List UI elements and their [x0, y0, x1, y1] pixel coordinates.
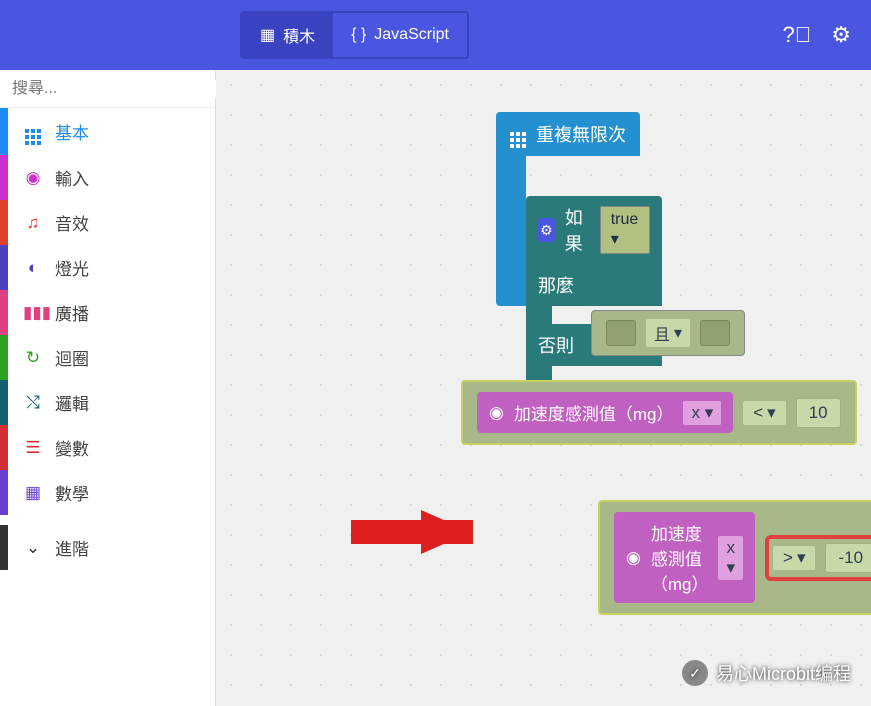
header: ▦ 積木 { } JavaScript ?⃝ ⚙	[0, 0, 871, 70]
sidebar-item-label: 廣播	[55, 300, 89, 325]
sidebar-item-label: 迴圈	[55, 345, 89, 370]
condition-slot[interactable]: true ▾	[600, 206, 650, 254]
braces-icon: { }	[351, 26, 366, 44]
sidebar-item-radio[interactable]: ▮▮▮ 廣播	[0, 290, 215, 335]
shuffle-icon: ⤭	[23, 393, 43, 413]
main: 🔍 基本 ◉ 輸入 ♫ 音效 ◐ 燈光 ▮▮▮ 廣播 ↻ 迴圈 ⤭ 邏輯	[0, 70, 871, 706]
slot-right[interactable]	[700, 320, 730, 346]
calculator-icon: ▦	[23, 483, 43, 503]
sidebar-item-advanced[interactable]: ⌄ 進階	[0, 525, 215, 570]
and-block[interactable]: 且 ▾	[591, 310, 745, 356]
arrow-annotation	[421, 510, 471, 554]
sidebar-item-label: 進階	[55, 535, 89, 560]
highlighted-region: > ▾ -10	[765, 535, 871, 581]
sidebar: 🔍 基本 ◉ 輸入 ♫ 音效 ◐ 燈光 ▮▮▮ 廣播 ↻ 迴圈 ⤭ 邏輯	[0, 70, 216, 706]
target-icon: ◉	[489, 403, 504, 423]
tab-javascript[interactable]: { } JavaScript	[333, 13, 467, 57]
sidebar-item-basic[interactable]: 基本	[0, 108, 215, 155]
if-label: 如果	[565, 204, 590, 256]
sidebar-item-light[interactable]: ◐ 燈光	[0, 245, 215, 290]
mode-tabs: ▦ 積木 { } JavaScript	[240, 11, 469, 59]
grid-icon	[510, 120, 526, 148]
toggle-icon: ◐	[23, 258, 43, 278]
acceleration-block[interactable]: ◉ 加速度感測值（mg） x ▾	[614, 512, 755, 603]
gear-icon[interactable]: ⚙	[538, 218, 555, 242]
compare-block-lt[interactable]: ◉ 加速度感測值（mg） x ▾ < ▾ 10	[461, 380, 857, 445]
target-icon: ◉	[626, 548, 641, 568]
sidebar-item-label: 變數	[55, 435, 89, 460]
target-icon: ◉	[23, 168, 43, 188]
wechat-icon: ✓	[682, 660, 708, 686]
sidebar-item-label: 燈光	[55, 255, 89, 280]
sidebar-item-label: 基本	[55, 119, 89, 144]
and-dropdown[interactable]: 且 ▾	[646, 319, 690, 347]
sidebar-item-label: 輸入	[55, 165, 89, 190]
forever-header: 重複無限次	[496, 112, 640, 156]
axis-dropdown[interactable]: x ▾	[683, 401, 721, 425]
sidebar-item-logic[interactable]: ⤭ 邏輯	[0, 380, 215, 425]
acceleration-block[interactable]: ◉ 加速度感測值（mg） x ▾	[477, 392, 733, 433]
watermark: ✓ 易心Microbit编程	[682, 660, 851, 686]
tab-js-label: JavaScript	[374, 26, 449, 44]
help-icon[interactable]: ?⃝	[783, 22, 812, 48]
compare-block-gt[interactable]: ◉ 加速度感測值（mg） x ▾ > ▾ -10	[598, 500, 871, 615]
sidebar-item-variables[interactable]: ☰ 變數	[0, 425, 215, 470]
headphones-icon: ♫	[23, 213, 43, 233]
accel-label: 加速度感測值（mg）	[651, 520, 709, 595]
number-input[interactable]: 10	[796, 398, 841, 428]
operator-dropdown[interactable]: > ▾	[773, 546, 815, 570]
sidebar-item-label: 邏輯	[55, 390, 89, 415]
slot-left[interactable]	[606, 320, 636, 346]
number-input[interactable]: -10	[825, 543, 871, 573]
operator-dropdown[interactable]: < ▾	[743, 401, 785, 425]
search-input[interactable]	[12, 80, 219, 98]
forever-block[interactable]: 重複無限次 ⚙ 如果 true ▾ 那麼 否則	[496, 112, 640, 306]
sidebar-item-sound[interactable]: ♫ 音效	[0, 200, 215, 245]
header-actions: ?⃝ ⚙	[783, 22, 851, 48]
tab-blocks[interactable]: ▦ 積木	[242, 13, 333, 57]
sidebar-item-label: 數學	[55, 480, 89, 505]
if-header: ⚙ 如果 true ▾	[526, 196, 662, 264]
accel-label: 加速度感測值（mg）	[514, 400, 674, 425]
signal-icon: ▮▮▮	[23, 303, 43, 323]
list-icon: ☰	[23, 438, 43, 458]
then-label: 那麼	[526, 264, 662, 306]
watermark-text: 易心Microbit编程	[716, 660, 851, 686]
sidebar-item-label: 音效	[55, 210, 89, 235]
forever-label: 重複無限次	[536, 121, 626, 147]
refresh-icon: ↻	[23, 348, 43, 368]
sidebar-item-loop[interactable]: ↻ 迴圈	[0, 335, 215, 380]
sidebar-item-input[interactable]: ◉ 輸入	[0, 155, 215, 200]
chevron-down-icon: ⌄	[23, 538, 43, 558]
search-row: 🔍	[0, 70, 215, 108]
gear-icon[interactable]: ⚙	[831, 22, 851, 48]
axis-dropdown[interactable]: x ▾	[718, 536, 743, 580]
sidebar-item-math[interactable]: ▦ 數學	[0, 470, 215, 515]
tab-blocks-label: 積木	[283, 23, 315, 47]
blocks-icon: ▦	[260, 25, 275, 45]
grid-icon	[23, 118, 43, 145]
workspace[interactable]: 重複無限次 ⚙ 如果 true ▾ 那麼 否則	[216, 70, 871, 706]
